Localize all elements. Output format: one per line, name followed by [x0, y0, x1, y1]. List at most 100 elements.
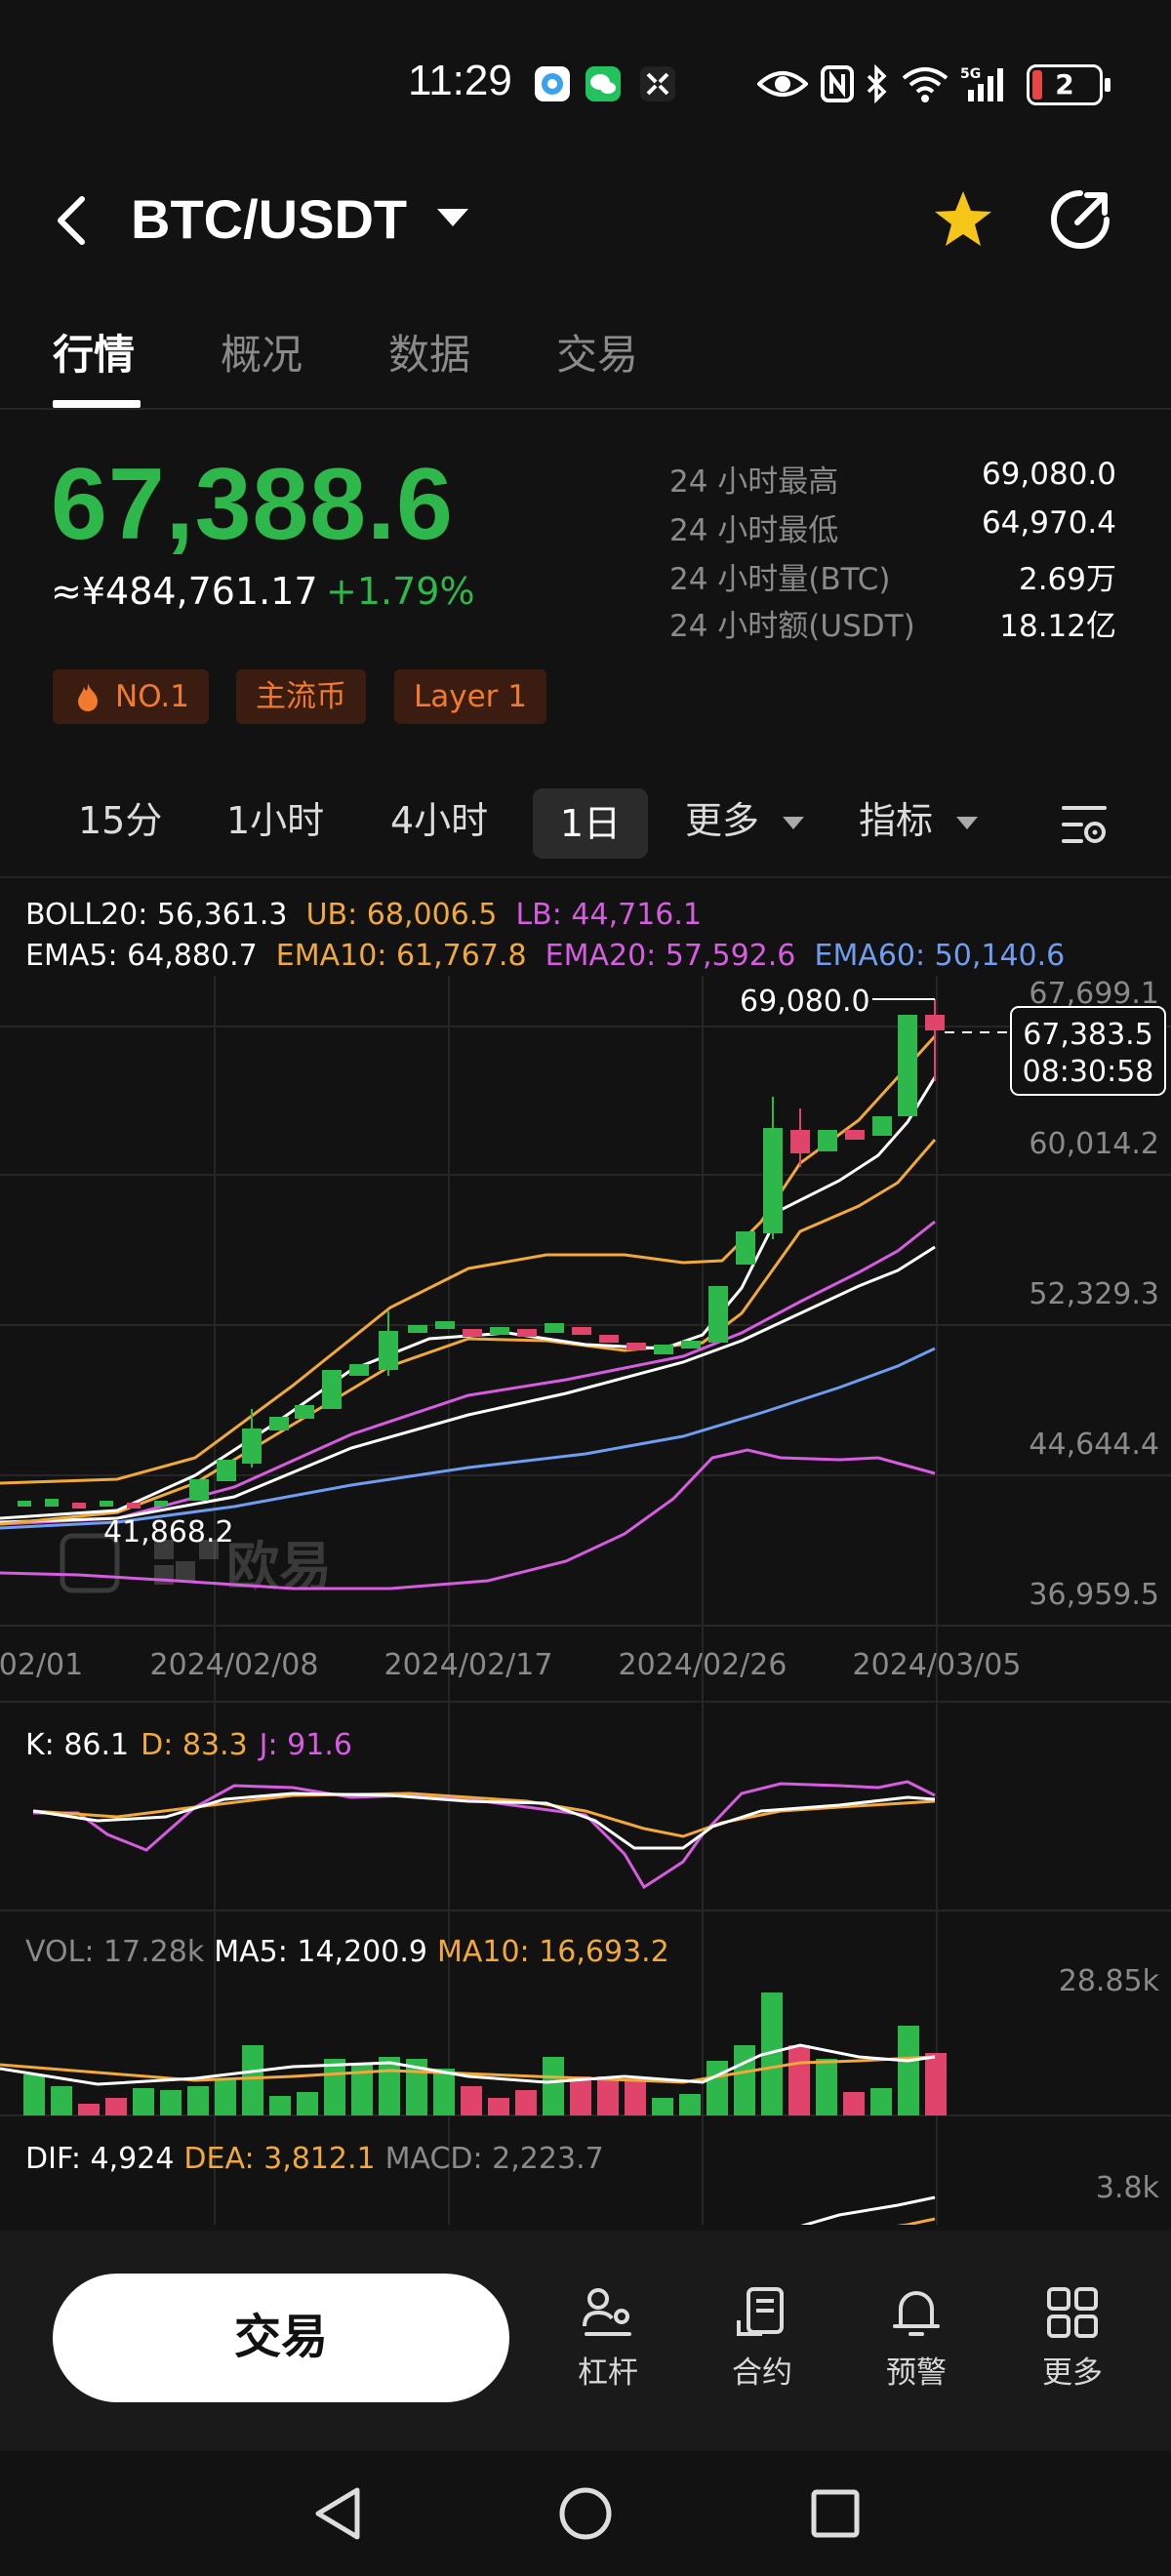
battery-icon: 2: [1027, 64, 1103, 105]
vol-value: VOL: 17.28k: [25, 1935, 205, 1969]
system-back-icon[interactable]: [310, 2484, 365, 2543]
wifi-icon: [902, 67, 949, 102]
timeframe-4h[interactable]: 4小时: [390, 790, 488, 844]
kdj-d: D: 83.3: [141, 1728, 248, 1762]
nav-leverage[interactable]: 杠杆: [554, 2283, 662, 2392]
y-tick: 52,329.3: [1029, 1277, 1159, 1311]
cursor-price: 67,383.5: [1023, 1018, 1153, 1052]
tab-overview[interactable]: 概况: [221, 322, 303, 382]
tab-active-indicator: [53, 400, 141, 408]
timeframe-15m[interactable]: 15分: [78, 790, 162, 844]
status-bar: 11:29 5G 2: [0, 0, 1171, 166]
nav-more[interactable]: 更多: [1019, 2283, 1126, 2392]
x-axis: 02/01 2024/02/08 2024/02/17 2024/02/26 2…: [0, 1648, 1021, 1682]
leverage-icon: [583, 2288, 631, 2336]
stat-value-low: 64,970.4: [981, 505, 1116, 541]
vol-legend: VOL: 17.28k MA5: 14,200.9 MA10: 16,693.2: [25, 1935, 669, 1969]
eye-icon: [757, 71, 808, 97]
tag-rank[interactable]: NO.1: [53, 669, 209, 724]
contract-icon: [737, 2287, 784, 2336]
pair-title[interactable]: BTC/USDT: [131, 187, 407, 251]
y-tick: 60,014.2: [1029, 1127, 1159, 1161]
vol-axis-max: 28.85k: [1059, 1964, 1160, 1998]
system-nav-bar: [0, 2451, 1171, 2576]
svg-text:5G: 5G: [960, 66, 981, 82]
chart-grid: [0, 976, 1171, 2225]
star-icon[interactable]: [931, 187, 995, 252]
candles: [18, 999, 945, 1509]
battery-tip: [1105, 78, 1110, 92]
boll-ub: UB: 68,006.5: [305, 898, 498, 932]
browser-notification-icon: [535, 66, 570, 101]
y-tick: 36,959.5: [1029, 1578, 1159, 1612]
macd-dif: DIF: 4,924: [25, 2142, 174, 2176]
x-tick: 2024/02/26: [619, 1648, 787, 1682]
fire-icon: [78, 683, 98, 711]
last-price: 67,388.6: [51, 448, 454, 561]
nav-leverage-label: 杠杆: [578, 2355, 638, 2391]
x-tick: 2024/02/17: [384, 1648, 553, 1682]
tag-mainstream[interactable]: 主流币: [236, 669, 366, 724]
status-time: 11:29: [408, 57, 512, 104]
trade-button[interactable]: 交易: [53, 2274, 509, 2402]
y-tick: 67,699.1: [1029, 977, 1159, 1011]
share-icon[interactable]: [1048, 187, 1112, 252]
cursor-time: 08:30:58: [1023, 1055, 1154, 1089]
macd-dea: DEA: 3,812.1: [183, 2142, 375, 2176]
indicators-menu-label: 指标: [859, 799, 934, 842]
y-tick: 44,644.4: [1029, 1428, 1159, 1462]
timeframe-more-label: 更多: [685, 799, 760, 842]
tab-data[interactable]: 数据: [388, 322, 470, 382]
system-recents-icon[interactable]: [808, 2486, 863, 2541]
macd-value: MACD: 2,223.7: [385, 2142, 604, 2176]
app-notification-icon: [640, 66, 675, 101]
stat-label-low: 24 小时最低: [669, 513, 839, 548]
kline-chart[interactable]: 欧易 69,080.0 41,868.2 67,699.1 60,014.2 5…: [0, 966, 1171, 2225]
stat-value-high: 69,080.0: [981, 457, 1116, 492]
nav-alert[interactable]: 预警: [863, 2283, 970, 2392]
stat-value-turnover: 18.12亿: [999, 609, 1116, 644]
x-tick: 02/01: [0, 1648, 83, 1682]
macd-dif-line: [800, 2195, 936, 2225]
macd-dea-line: [896, 2217, 936, 2225]
chart-settings-icon[interactable]: [1060, 800, 1109, 849]
nav-contract[interactable]: 合约: [708, 2283, 816, 2392]
vol-ma10: MA10: 16,693.2: [437, 1935, 669, 1969]
macd-axis-max: 3.8k: [1096, 2171, 1160, 2205]
vol-ma5: MA5: 14,200.9: [214, 1935, 427, 1969]
pair-dropdown-icon[interactable]: [437, 209, 468, 226]
nfc-icon: [821, 65, 854, 102]
timeframe-more[interactable]: 更多: [685, 790, 805, 844]
high-marker-label: 69,080.0: [740, 985, 870, 1019]
nav-contract-label: 合约: [732, 2355, 792, 2391]
indicators-menu[interactable]: 指标: [859, 790, 979, 844]
back-icon[interactable]: [45, 191, 103, 250]
macd-legend: DIF: 4,924 DEA: 3,812.1 MACD: 2,223.7: [25, 2142, 604, 2176]
nav-more-label: 更多: [1042, 2355, 1103, 2391]
chevron-down-icon: [783, 817, 805, 829]
battery-level: 2: [1055, 68, 1074, 101]
kdj-k: K: 86.1: [25, 1728, 129, 1762]
ema20-line: [0, 1220, 936, 1526]
system-home-icon[interactable]: [556, 2484, 615, 2543]
timeframe-1d[interactable]: 1日: [533, 788, 648, 859]
timeframe-1h[interactable]: 1小时: [226, 790, 324, 844]
kdj-k-line: [32, 1791, 936, 1850]
chevron-down-icon: [956, 817, 979, 829]
volume-bars: [23, 1992, 947, 2115]
tab-divider: [0, 408, 1171, 410]
signal-5g-icon: 5G: [960, 66, 1003, 101]
tag-rank-label: NO.1: [115, 679, 189, 714]
price-change: +1.79%: [326, 570, 475, 613]
wechat-notification-icon: [586, 66, 621, 101]
stat-label-high: 24 小时最高: [669, 464, 839, 500]
kdj-j: J: 91.6: [258, 1728, 352, 1762]
tag-layer1[interactable]: Layer 1: [394, 669, 547, 724]
cny-price: ≈¥484,761.17: [51, 570, 318, 613]
boll-lb: LB: 44,716.1: [515, 898, 702, 932]
tab-trade[interactable]: 交易: [556, 322, 638, 382]
boll-legend: BOLL20: 56,361.3 UB: 68,006.5 LB: 44,716…: [25, 898, 702, 932]
bluetooth-icon: [867, 64, 887, 103]
tab-market[interactable]: 行情: [53, 322, 135, 382]
bell-icon: [893, 2291, 940, 2336]
